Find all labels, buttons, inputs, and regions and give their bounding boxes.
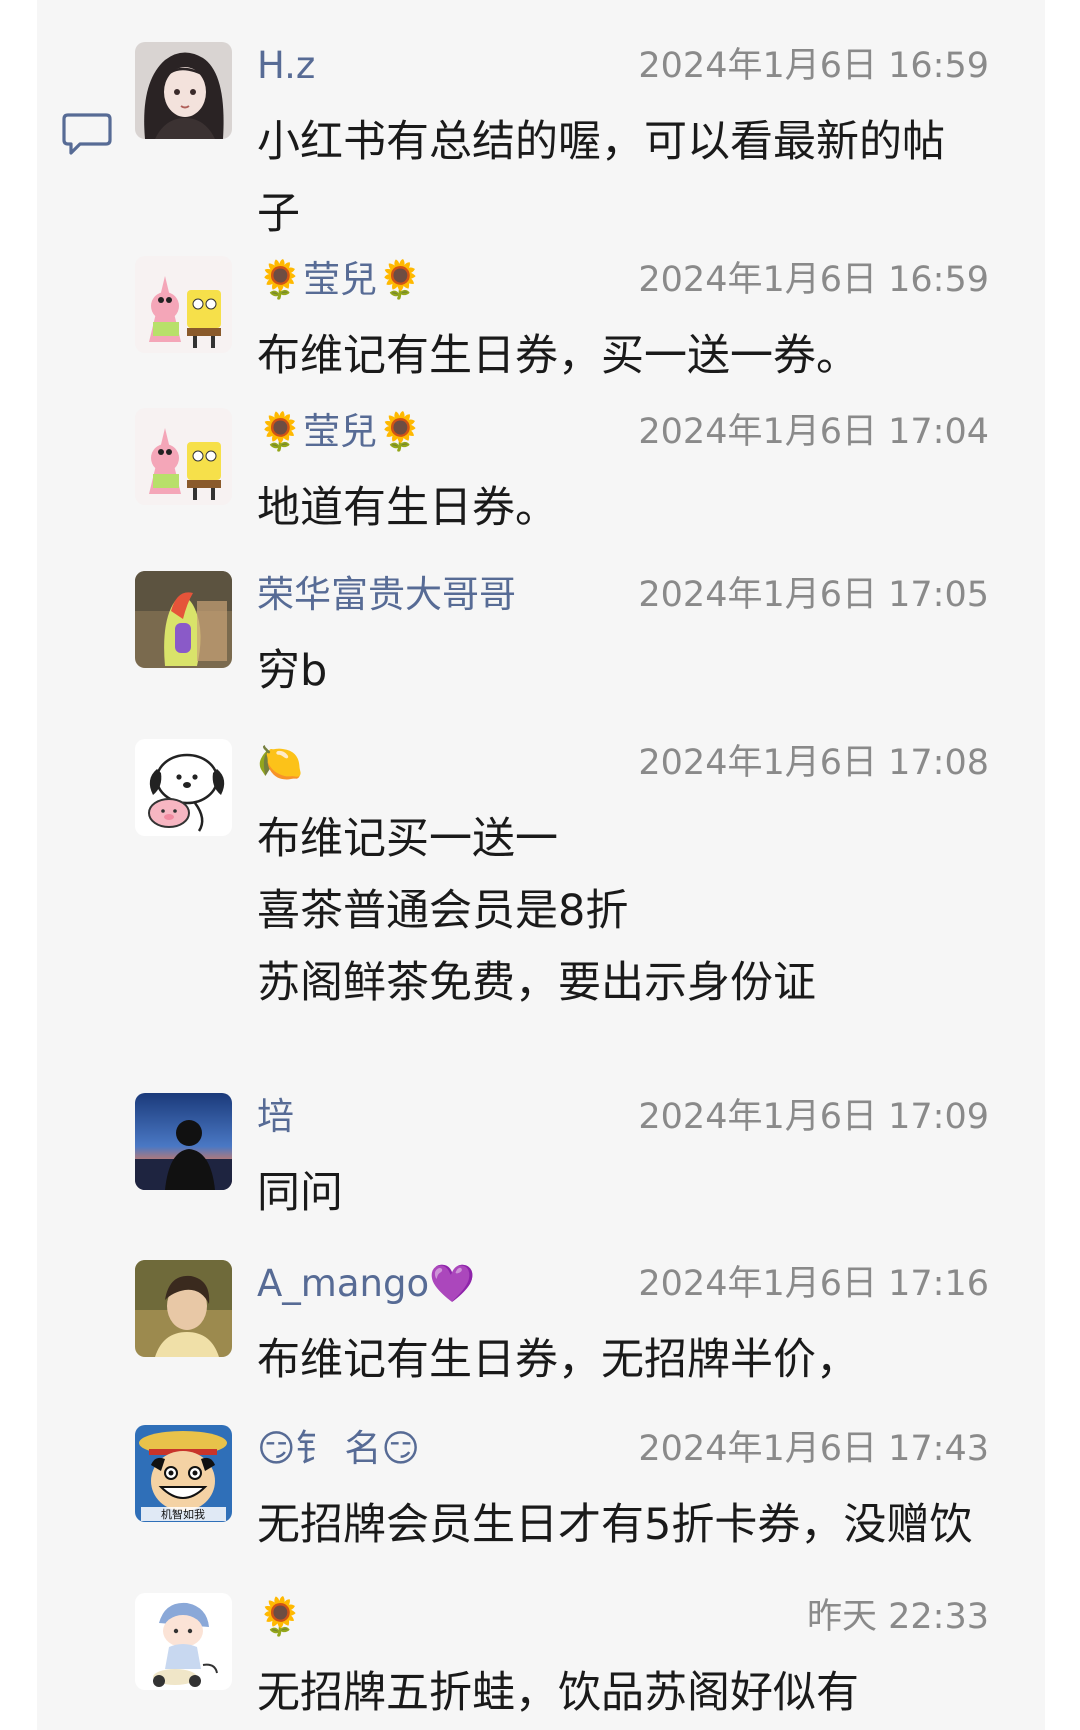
comment-time: 2024年1月6日 16:59 — [638, 260, 989, 300]
comment-text: 无招牌五折蛙，饮品苏阁好似有 — [257, 1657, 1007, 1729]
comment-text: 无招牌会员生日才有5折卡券，没赠饮 — [257, 1489, 1007, 1561]
comment-line: 苏阁鲜茶免费，要出示身份证 — [257, 958, 816, 1008]
girl-avatar[interactable] — [135, 42, 232, 139]
comment-line: 子 — [257, 189, 300, 239]
cartoon-girl-avatar[interactable] — [135, 1593, 232, 1690]
comment-time: 2024年1月6日 17:05 — [638, 575, 989, 615]
comment-line: 布维记有生日券，买一送一券。 — [257, 331, 859, 381]
comment-text: 布维记有生日券，买一送一券。 — [257, 320, 1007, 392]
comment-line: 地道有生日券。 — [257, 483, 558, 533]
comment-text: 同问 — [257, 1157, 1007, 1229]
comment-line: 喜茶普通会员是8折 — [257, 886, 629, 936]
commenter-name[interactable]: 🌻莹兒🌻 — [257, 410, 423, 454]
comment-time: 2024年1月6日 17:04 — [638, 412, 989, 452]
commenter-name[interactable]: A_mango💜 — [257, 1262, 475, 1306]
commenter-name[interactable]: 😏钅 名😏 — [257, 1427, 420, 1471]
comment-time: 2024年1月6日 17:08 — [638, 743, 989, 783]
comment-line: 同问 — [257, 1168, 343, 1218]
comment-line: 布维记有生日券，无招牌半价， — [257, 1335, 859, 1385]
comment-text: 布维记有生日券，无招牌半价， — [257, 1324, 1007, 1396]
comment-text: 小红书有总结的喔，可以看最新的帖 子 — [257, 106, 1007, 250]
comment-text: 地道有生日券。 — [257, 472, 1007, 544]
commenter-name[interactable]: 🍋 — [257, 741, 303, 785]
pochacco-avatar[interactable] — [135, 739, 232, 836]
comment-time: 昨天 22:33 — [807, 1597, 989, 1637]
comment-text: 穷b — [257, 635, 1007, 707]
avatar-sticker-text: 机智如我 — [161, 1507, 205, 1521]
comment-line: 布维记买一送一 — [257, 814, 558, 864]
comment-text: 布维记买一送一 喜茶普通会员是8折 苏阁鲜茶免费，要出示身份证 — [257, 803, 1007, 1019]
commenter-name[interactable]: H.z — [257, 44, 315, 88]
commenter-name[interactable]: 培 — [257, 1095, 294, 1139]
commenter-name[interactable]: 🌻莹兒🌻 — [257, 258, 423, 302]
comment-line: 无招牌会员生日才有5折卡券，没赠饮 — [257, 1500, 973, 1550]
comment-line: 穷b — [257, 646, 328, 696]
commenter-name[interactable]: 🌻 — [257, 1595, 303, 1639]
commenter-name[interactable]: 荣华富贵大哥哥 — [257, 573, 516, 617]
comment-line: 小红书有总结的喔，可以看最新的帖 — [257, 117, 945, 167]
sunset-silhouette-avatar[interactable] — [135, 1093, 232, 1190]
comment-bubble-icon[interactable] — [62, 112, 112, 158]
patrick-spongebob-avatar[interactable] — [135, 256, 232, 353]
comment-time: 2024年1月6日 17:43 — [638, 1429, 989, 1469]
toy-avatar[interactable] — [135, 571, 232, 668]
comment-line: 无招牌五折蛙，饮品苏阁好似有 — [257, 1668, 859, 1718]
comment-time: 2024年1月6日 17:09 — [638, 1097, 989, 1137]
comment-time: 2024年1月6日 17:16 — [638, 1264, 989, 1304]
luffy-avatar[interactable]: 机智如我 — [135, 1425, 232, 1522]
portrait-avatar[interactable] — [135, 1260, 232, 1357]
patrick-spongebob-avatar[interactable] — [135, 408, 232, 505]
comment-time: 2024年1月6日 16:59 — [638, 46, 989, 86]
